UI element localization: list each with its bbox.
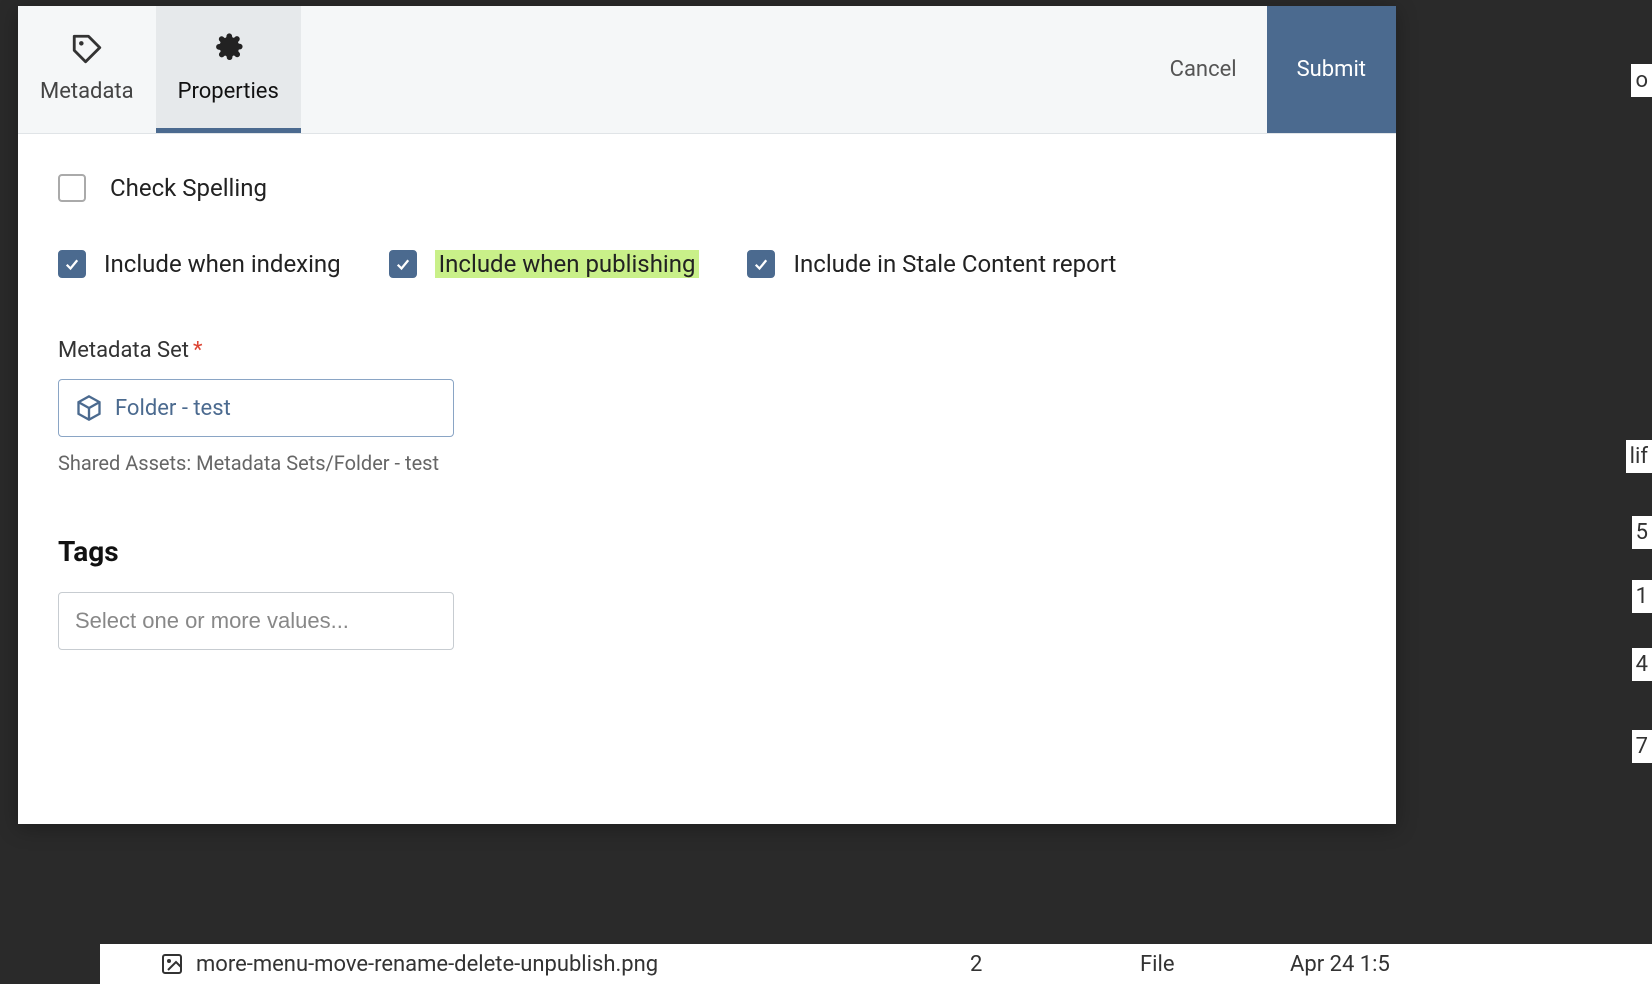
tags-field: Tags bbox=[58, 535, 1356, 650]
background-table-row: more-menu-move-rename-delete-unpublish.p… bbox=[100, 944, 1652, 984]
tab-properties[interactable]: Properties bbox=[156, 6, 301, 133]
gear-icon bbox=[210, 31, 246, 67]
bg-fragment: 7 bbox=[1632, 730, 1652, 763]
include-publishing-checkbox[interactable] bbox=[389, 250, 417, 278]
bg-count: 2 bbox=[970, 952, 982, 977]
tags-heading: Tags bbox=[58, 535, 1356, 568]
dialog-content: Check Spelling Include when indexing Inc… bbox=[18, 134, 1396, 750]
tab-label: Properties bbox=[178, 79, 279, 104]
checkbox-row: Check Spelling bbox=[58, 174, 1356, 202]
include-indexing-checkbox[interactable] bbox=[58, 250, 86, 278]
include-options-group: Include when indexing Include when publi… bbox=[58, 250, 1356, 278]
tabs: Metadata Properties bbox=[18, 6, 301, 133]
bg-filename: more-menu-move-rename-delete-unpublish.p… bbox=[196, 952, 658, 977]
required-indicator: * bbox=[193, 338, 202, 363]
bg-fragment: 4 bbox=[1632, 648, 1652, 681]
metadata-set-value: Folder - test bbox=[115, 396, 231, 421]
image-icon bbox=[160, 952, 184, 976]
bg-fragment: 1 bbox=[1632, 580, 1652, 613]
dialog-modal: Metadata Properties Cancel Submit Check … bbox=[18, 6, 1396, 824]
dialog-header: Metadata Properties Cancel Submit bbox=[18, 6, 1396, 134]
bg-fragment: 5 bbox=[1632, 516, 1652, 549]
submit-button[interactable]: Submit bbox=[1267, 6, 1396, 133]
check-spelling-label: Check Spelling bbox=[110, 174, 267, 202]
bg-fragment: o bbox=[1631, 64, 1652, 97]
cancel-button[interactable]: Cancel bbox=[1140, 6, 1267, 133]
include-publishing-label: Include when publishing bbox=[435, 250, 700, 278]
tags-input[interactable] bbox=[58, 592, 454, 650]
tab-metadata[interactable]: Metadata bbox=[18, 6, 156, 133]
metadata-set-field: Metadata Set* Folder - test Shared Asset… bbox=[58, 338, 1356, 475]
include-stale-checkbox[interactable] bbox=[747, 250, 775, 278]
include-stale-label: Include in Stale Content report bbox=[793, 250, 1116, 278]
bg-fragment: lif bbox=[1626, 440, 1652, 473]
metadata-set-helper: Shared Assets: Metadata Sets/Folder - te… bbox=[58, 451, 1356, 475]
cube-icon bbox=[75, 394, 103, 422]
tab-label: Metadata bbox=[40, 79, 134, 104]
tag-icon bbox=[69, 31, 105, 67]
bg-date: Apr 24 1:5 bbox=[1290, 952, 1390, 977]
metadata-set-select[interactable]: Folder - test bbox=[58, 379, 454, 437]
metadata-set-label: Metadata Set* bbox=[58, 338, 1356, 363]
header-actions: Cancel Submit bbox=[1140, 6, 1396, 133]
checkbox-item: Include when publishing bbox=[389, 250, 700, 278]
checkbox-item: Include when indexing bbox=[58, 250, 341, 278]
include-indexing-label: Include when indexing bbox=[104, 250, 341, 278]
checkbox-item: Include in Stale Content report bbox=[747, 250, 1116, 278]
check-spelling-checkbox[interactable] bbox=[58, 174, 86, 202]
bg-type: File bbox=[1140, 952, 1175, 977]
